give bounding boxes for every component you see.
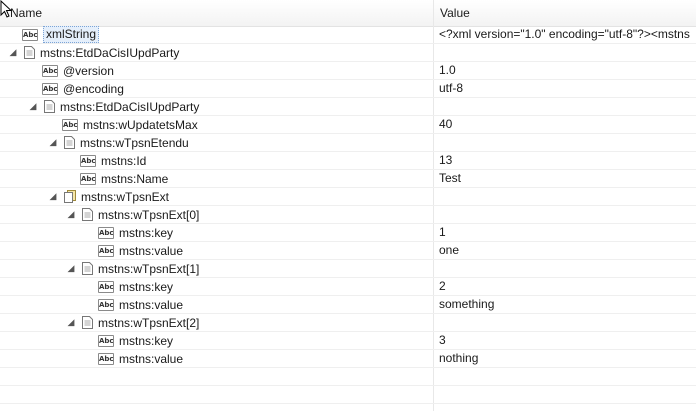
tree-row-leaf[interactable]: Abc mstns:value nothing — [0, 350, 696, 368]
tree-row-value[interactable]: 2 — [439, 278, 696, 295]
empty-row — [0, 386, 696, 404]
tree-row-element[interactable]: ◢ mstns:wTpsnExt[0] — [0, 206, 696, 224]
string-type-icon: Abc — [98, 226, 114, 239]
tree-row-value[interactable]: 13 — [439, 152, 696, 169]
name-column-header[interactable]: Name — [10, 6, 42, 20]
collapse-arrow-icon[interactable]: ◢ — [48, 191, 58, 202]
tree-row-label: mstns:Id — [101, 153, 147, 168]
collapse-arrow-icon[interactable]: ◢ — [28, 101, 38, 112]
tree-row-leaf[interactable]: Abc mstns:key 3 — [0, 332, 696, 350]
tree-row-value[interactable]: utf-8 — [439, 80, 696, 97]
tree-row-label: mstns:wTpsnExt — [81, 189, 170, 204]
tree-row-leaf[interactable]: Abc mstns:value one — [0, 242, 696, 260]
tree-row-leaf[interactable]: Abc mstns:key 1 — [0, 224, 696, 242]
tree-row-value[interactable]: 3 — [439, 332, 696, 349]
tree-row-label: mstns:key — [119, 279, 174, 294]
tree-row-value[interactable] — [439, 260, 696, 277]
tree-row-leaf[interactable]: Abc mstns:value something — [0, 296, 696, 314]
tree-row-value[interactable]: nothing — [439, 350, 696, 367]
tree-row-label: mstns:wTpsnExt[2] — [98, 315, 200, 330]
tree-row-label: mstns:wUpdatetsMax — [83, 117, 198, 132]
tree-row-label: mstns:wTpsnExt[0] — [98, 207, 200, 222]
tree-row-value[interactable]: 1 — [439, 224, 696, 241]
document-icon — [64, 136, 75, 149]
tree-row-label: mstns:value — [119, 297, 184, 312]
tree-row-value[interactable] — [439, 206, 696, 223]
tree-row-label: mstns:value — [119, 243, 184, 258]
tree-row-label: xmlString — [43, 26, 100, 43]
tree-row-label: mstns:wTpsnEtendu — [80, 135, 189, 150]
empty-row — [0, 368, 696, 386]
tree-row-label: mstns:key — [119, 333, 174, 348]
document-icon — [82, 208, 93, 221]
tree-row-element[interactable]: ◢ mstns:wTpsnExt[1] — [0, 260, 696, 278]
string-type-icon: Abc — [98, 280, 114, 293]
string-type-icon: Abc — [42, 82, 58, 95]
string-type-icon: Abc — [80, 154, 96, 167]
collapse-arrow-icon[interactable]: ◢ — [66, 209, 76, 220]
tree-row-label: @version — [63, 63, 114, 78]
string-type-icon: Abc — [22, 28, 38, 41]
tree-rows: Abc xmlString <?xml version="1.0" encodi… — [0, 26, 696, 404]
string-type-icon: Abc — [98, 244, 114, 257]
tree-row-attribute[interactable]: Abc @encoding utf-8 — [0, 80, 696, 98]
document-icon — [24, 46, 35, 59]
array-documents-icon — [64, 190, 76, 203]
mouse-cursor-icon — [0, 0, 12, 18]
collapse-arrow-icon[interactable]: ◢ — [8, 47, 18, 58]
tree-row-value[interactable]: something — [439, 296, 696, 313]
collapse-arrow-icon[interactable]: ◢ — [66, 263, 76, 274]
tree-row-value[interactable]: 1.0 — [439, 62, 696, 79]
tree-row-element[interactable]: ◢ mstns:wTpsnEtendu — [0, 134, 696, 152]
tree-row-label: mstns:EtdDaCisIUpdParty — [40, 45, 180, 60]
document-icon — [82, 316, 93, 329]
string-type-icon: Abc — [42, 64, 58, 77]
tree-row-xmlstring[interactable]: Abc xmlString <?xml version="1.0" encodi… — [0, 26, 696, 44]
tree-row-value[interactable] — [439, 134, 696, 151]
tree-row-value[interactable] — [439, 98, 696, 115]
tree-row-element[interactable]: ◢ mstns:EtdDaCisIUpdParty — [0, 44, 696, 62]
value-column-header[interactable]: Value — [440, 6, 470, 20]
tree-row-value[interactable]: one — [439, 242, 696, 259]
tree-row-value[interactable] — [439, 314, 696, 331]
string-type-icon: Abc — [62, 118, 78, 131]
document-icon — [44, 100, 55, 113]
tree-row-value[interactable]: 40 — [439, 116, 696, 133]
tree-row-leaf[interactable]: Abc mstns:Id 13 — [0, 152, 696, 170]
column-header: Name Value — [0, 0, 696, 27]
tree-row-array[interactable]: ◢ mstns:wTpsnExt — [0, 188, 696, 206]
tree-row-label: mstns:EtdDaCisIUpdParty — [60, 99, 200, 114]
tree-row-leaf[interactable]: Abc mstns:wUpdatetsMax 40 — [0, 116, 696, 134]
xml-tree-view[interactable]: Name Value Abc xmlString <?xml version="… — [0, 0, 696, 411]
tree-row-attribute[interactable]: Abc @version 1.0 — [0, 62, 696, 80]
tree-row-label: @encoding — [63, 81, 124, 96]
tree-row-leaf[interactable]: Abc mstns:key 2 — [0, 278, 696, 296]
tree-row-value[interactable]: Test — [439, 170, 696, 187]
tree-row-value[interactable] — [439, 44, 696, 61]
tree-row-value[interactable] — [439, 188, 696, 205]
tree-row-element[interactable]: ◢ mstns:EtdDaCisIUpdParty — [0, 98, 696, 116]
string-type-icon: Abc — [98, 334, 114, 347]
string-type-icon: Abc — [98, 352, 114, 365]
string-type-icon: Abc — [80, 172, 96, 185]
tree-row-value[interactable]: <?xml version="1.0" encoding="utf-8"?><m… — [439, 26, 696, 43]
tree-row-label: mstns:wTpsnExt[1] — [98, 261, 200, 276]
document-icon — [82, 262, 93, 275]
tree-row-element[interactable]: ◢ mstns:wTpsnExt[2] — [0, 314, 696, 332]
tree-row-label: mstns:Name — [101, 171, 169, 186]
tree-row-leaf[interactable]: Abc mstns:Name Test — [0, 170, 696, 188]
collapse-arrow-icon[interactable]: ◢ — [66, 317, 76, 328]
tree-row-label: mstns:value — [119, 351, 184, 366]
string-type-icon: Abc — [98, 298, 114, 311]
tree-row-label: mstns:key — [119, 225, 174, 240]
collapse-arrow-icon[interactable]: ◢ — [48, 137, 58, 148]
